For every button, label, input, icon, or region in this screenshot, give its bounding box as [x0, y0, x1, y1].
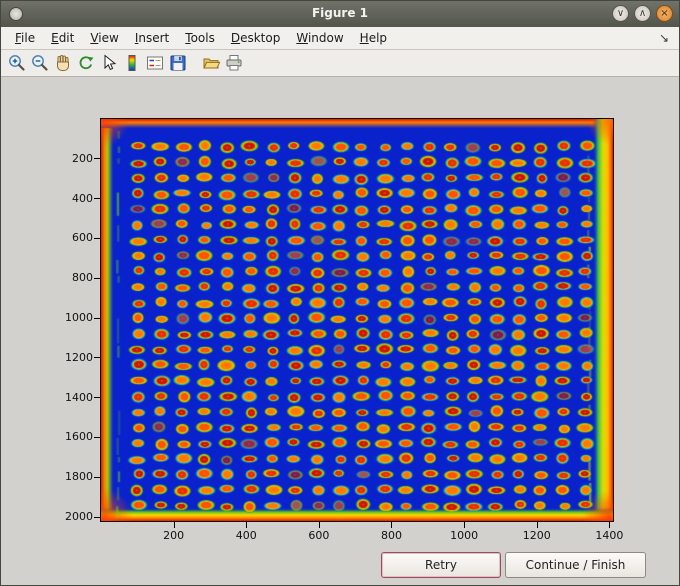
open-file-button[interactable]	[200, 52, 222, 74]
colorbar-button[interactable]	[121, 52, 143, 74]
x-tick-mark	[536, 522, 538, 528]
microarray-image[interactable]	[101, 119, 613, 521]
y-tick-mark	[94, 237, 100, 239]
menu-help[interactable]: Help	[352, 28, 395, 48]
x-tick-mark	[464, 522, 466, 528]
close-icon: ×	[660, 8, 669, 19]
y-tick-mark	[94, 476, 100, 478]
x-tick-mark	[391, 522, 393, 528]
close-button[interactable]: ×	[656, 5, 673, 22]
y-tick-label: 1600	[65, 430, 93, 444]
axes	[100, 118, 614, 522]
y-tick-label: 1000	[65, 311, 93, 324]
x-tick-label: 200	[163, 529, 185, 542]
y-tick-label: 1800	[65, 470, 93, 484]
menu-tools[interactable]: Tools	[177, 28, 223, 48]
save-figure-button[interactable]	[167, 52, 189, 74]
zoom-in-icon	[9, 55, 25, 71]
figure-toolbar	[1, 50, 679, 77]
menu-window[interactable]: Window	[288, 28, 351, 48]
y-tick-label: 1400	[65, 390, 93, 404]
figure-content: Retry Continue / Finish 200 400 600 800 1000…	[1, 77, 679, 585]
x-tick-mark	[318, 522, 320, 528]
menu-file[interactable]: File	[7, 28, 43, 48]
menu-edit[interactable]: Edit	[43, 28, 82, 48]
x-tick-mark	[609, 522, 611, 528]
y-tick-label: 2000	[65, 510, 93, 524]
minimize-button[interactable]: ∨	[612, 5, 629, 22]
y-tick-label: 1200	[65, 350, 93, 364]
legend-icon	[147, 56, 163, 70]
y-tick-mark	[94, 397, 100, 399]
x-tick-label: 1000	[450, 529, 479, 542]
y-tick-label: 200	[72, 151, 93, 165]
menu-view[interactable]: View	[82, 28, 126, 48]
x-tick-mark	[246, 522, 248, 528]
chevron-up-icon: ∧	[638, 8, 647, 19]
rotate-icon	[79, 56, 94, 70]
menu-insert[interactable]: Insert	[127, 28, 177, 48]
window-title: Figure 1	[311, 6, 369, 20]
menubar: File Edit View Insert Tools Desktop Wind…	[1, 27, 679, 50]
window-controls: ∨ ∧ ×	[612, 5, 673, 22]
y-tick-mark	[94, 516, 100, 518]
pan-button[interactable]	[52, 52, 74, 74]
x-tick-label: 800	[380, 529, 402, 542]
printer-icon	[226, 55, 242, 71]
figure-window: Figure 1 ∨ ∧ × File Edit View Insert Too…	[0, 0, 680, 586]
x-tick-label: 1200	[522, 529, 551, 542]
y-tick-mark	[94, 317, 100, 319]
maximize-button[interactable]: ∧	[634, 5, 651, 22]
print-figure-button[interactable]	[223, 52, 245, 74]
x-tick-label: 400	[235, 529, 257, 542]
rotate-3d-button[interactable]	[75, 52, 97, 74]
chevron-down-icon: ∨	[616, 8, 625, 19]
insert-legend-button[interactable]	[144, 52, 166, 74]
zoom-in-button[interactable]	[6, 52, 28, 74]
cursor-arrow-icon	[104, 54, 117, 71]
folder-icon	[203, 58, 221, 69]
titlebar[interactable]: Figure 1 ∨ ∧ ×	[1, 1, 679, 27]
x-tick-label: 600	[308, 529, 330, 542]
y-tick-mark	[94, 277, 100, 279]
y-tick-label: 400	[72, 191, 93, 205]
x-tick-label: 1400	[595, 529, 624, 542]
floppy-disk-icon	[170, 55, 186, 71]
menu-desktop[interactable]: Desktop	[223, 28, 289, 48]
zoom-out-button[interactable]	[29, 52, 51, 74]
y-tick-mark	[94, 436, 100, 438]
colorbar-icon	[128, 55, 136, 71]
y-tick-label: 600	[72, 231, 93, 245]
y-tick-label: 800	[72, 271, 93, 285]
y-tick-mark	[94, 357, 100, 359]
data-cursor-button[interactable]	[98, 52, 120, 74]
continue-finish-button[interactable]: Continue / Finish	[505, 552, 646, 578]
zoom-out-icon	[32, 55, 48, 71]
y-tick-mark	[94, 198, 100, 200]
dock-figure-icon[interactable]: ↘	[659, 31, 673, 45]
y-tick-mark	[94, 158, 100, 160]
x-tick-mark	[173, 522, 175, 528]
retry-button[interactable]: Retry	[381, 552, 501, 578]
hand-icon	[57, 55, 69, 71]
